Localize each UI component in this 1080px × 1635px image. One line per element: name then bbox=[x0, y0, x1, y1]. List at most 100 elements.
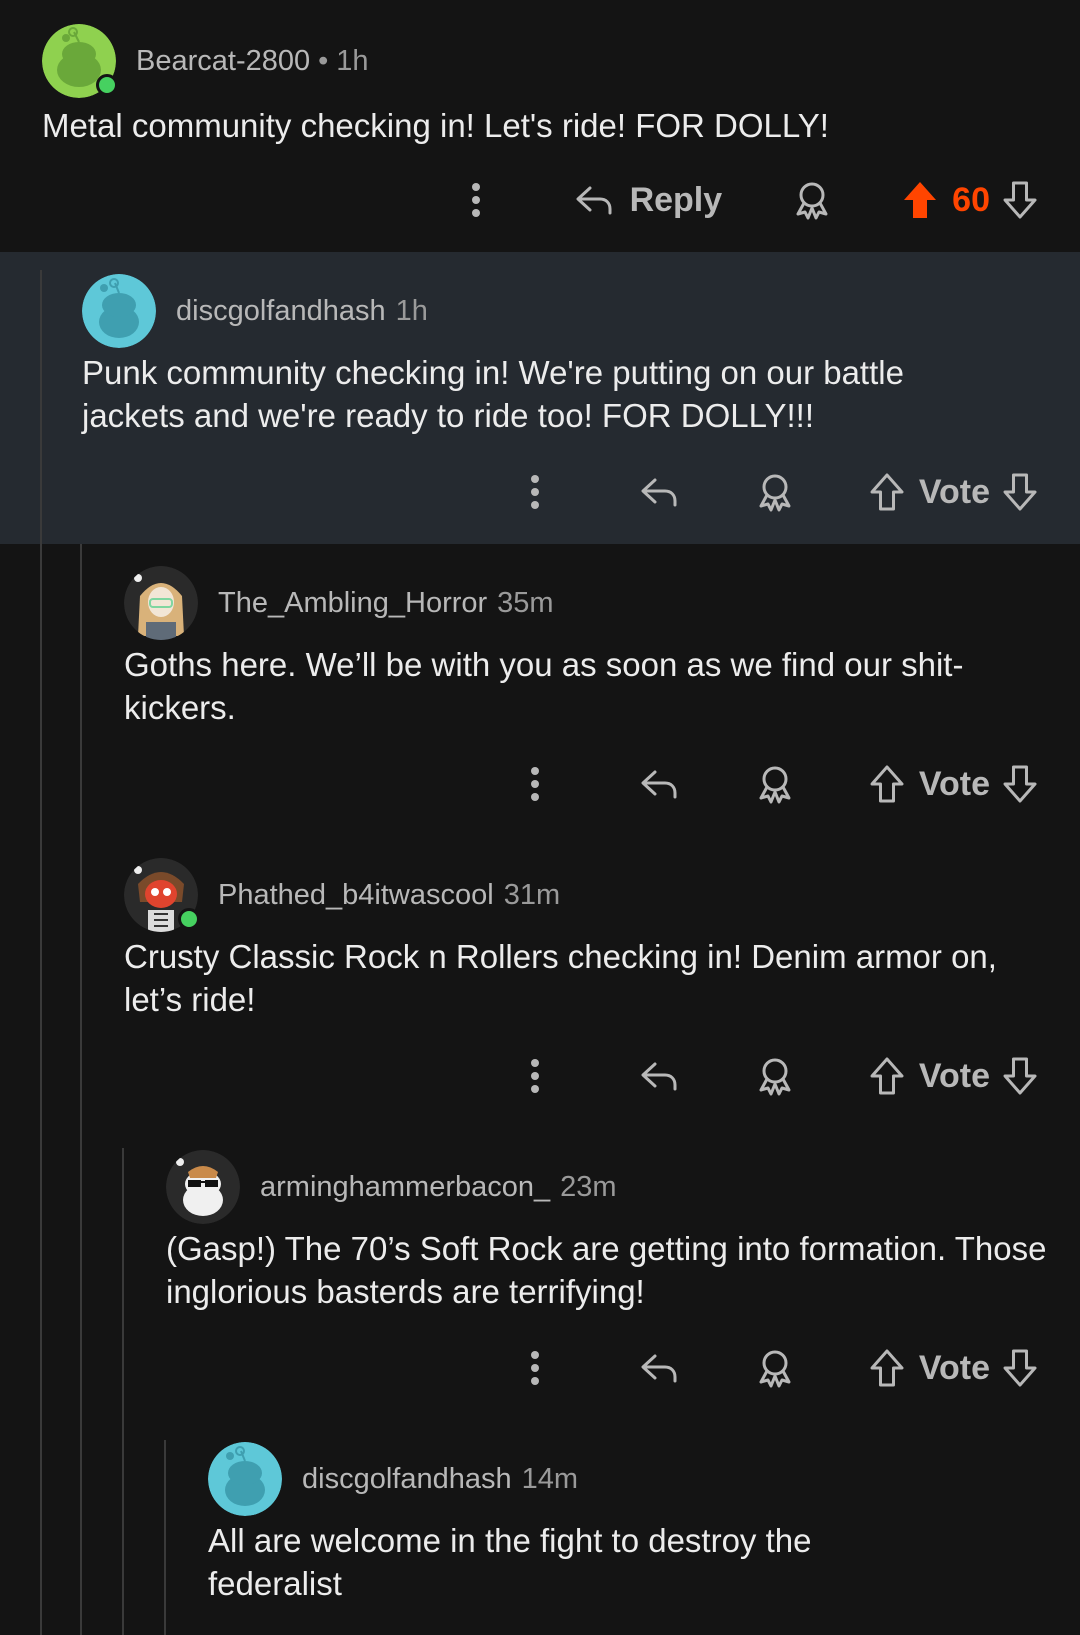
comment-header: discgolfandhash 1h bbox=[82, 274, 428, 348]
online-status-dot bbox=[96, 74, 118, 96]
username[interactable]: discgolfandhash bbox=[176, 295, 386, 328]
timestamp: 1h bbox=[336, 44, 369, 77]
upvote-arrow-icon[interactable] bbox=[869, 764, 905, 804]
comment-discgolfandhash-2: discgolfandhash 14m All are welcome in t… bbox=[0, 1420, 1080, 1635]
username[interactable]: Bearcat-2800 bbox=[136, 45, 310, 78]
upvote-arrow-icon[interactable] bbox=[869, 472, 905, 512]
vote-label: Vote bbox=[918, 764, 990, 803]
vote-controls: Vote bbox=[869, 472, 1038, 512]
vote-label: Vote bbox=[918, 1348, 990, 1387]
comment-header: Phathed_b4itwascool 31m bbox=[124, 858, 560, 932]
timestamp: 14m bbox=[521, 1462, 579, 1495]
upvote-arrow-icon[interactable] bbox=[869, 1348, 905, 1388]
comment-arminghammerbacon: arminghammerbacon_ 23m (Gasp!) The 70’s … bbox=[0, 1128, 1080, 1420]
timestamp: 31m bbox=[503, 878, 561, 911]
avatar[interactable] bbox=[42, 24, 118, 98]
comment-phathed: Phathed_b4itwascool 31m Crusty Classic R… bbox=[0, 836, 1080, 1128]
vote-label: Vote bbox=[918, 1056, 990, 1095]
downvote-arrow-icon[interactable] bbox=[1002, 180, 1038, 220]
reply-button[interactable]: Reply bbox=[574, 180, 723, 220]
more-options-icon bbox=[530, 475, 539, 509]
avatar[interactable] bbox=[208, 1442, 282, 1516]
more-options-button[interactable] bbox=[529, 474, 541, 510]
downvote-arrow-icon[interactable] bbox=[1002, 1348, 1038, 1388]
award-icon bbox=[759, 766, 791, 804]
comment-body: Metal community checking in! Let's ride!… bbox=[42, 107, 829, 144]
upvote-arrow-icon[interactable] bbox=[902, 180, 938, 220]
username[interactable]: The_Ambling_Horror bbox=[218, 587, 487, 620]
more-options-button[interactable] bbox=[529, 1058, 541, 1094]
comment-ambling-horror: The_Ambling_Horror 35m Goths here. We’ll… bbox=[0, 544, 1080, 836]
reply-arrow-icon bbox=[641, 1354, 677, 1383]
upvote-arrow-icon[interactable] bbox=[869, 1056, 905, 1096]
avatar[interactable] bbox=[166, 1150, 240, 1224]
comment-body: Goths here. We’ll be with you as soon as… bbox=[124, 646, 964, 726]
award-button[interactable] bbox=[755, 764, 795, 804]
comment-actions: Vote bbox=[529, 1046, 1038, 1106]
comment-actions: Vote bbox=[529, 1338, 1038, 1398]
avatar[interactable] bbox=[124, 858, 200, 932]
more-options-button[interactable] bbox=[529, 766, 541, 802]
thread-line[interactable] bbox=[40, 270, 42, 544]
vote-controls: Vote bbox=[869, 1056, 1038, 1096]
comment-header: discgolfandhash 14m bbox=[208, 1442, 578, 1516]
downvote-arrow-icon[interactable] bbox=[1002, 764, 1038, 804]
more-options-icon bbox=[530, 1059, 539, 1093]
downvote-arrow-icon[interactable] bbox=[1002, 1056, 1038, 1096]
snoo-avatar-blue bbox=[82, 274, 156, 348]
comment-actions: Reply 60 bbox=[470, 170, 1038, 230]
comment-header: The_Ambling_Horror 35m bbox=[124, 566, 554, 640]
comment-header: Bearcat-2800 • 1h bbox=[42, 24, 369, 98]
online-status-dot bbox=[178, 908, 200, 930]
reply-arrow-icon bbox=[576, 186, 612, 215]
vote-label: Vote bbox=[918, 472, 990, 511]
more-options-icon bbox=[471, 183, 480, 217]
comment-body: (Gasp!) The 70’s Soft Rock are getting i… bbox=[166, 1230, 1047, 1310]
separator-dot: • bbox=[318, 44, 329, 77]
downvote-arrow-icon[interactable] bbox=[1002, 472, 1038, 512]
username[interactable]: Phathed_b4itwascool bbox=[218, 879, 494, 912]
reply-button[interactable] bbox=[639, 1350, 679, 1386]
award-icon bbox=[759, 1058, 791, 1096]
reply-arrow-icon bbox=[641, 770, 677, 799]
more-options-icon bbox=[530, 767, 539, 801]
award-button[interactable] bbox=[755, 472, 795, 512]
award-icon bbox=[759, 1350, 791, 1388]
vote-controls: 60 bbox=[902, 180, 1038, 220]
avatar[interactable] bbox=[82, 274, 156, 348]
timestamp: 35m bbox=[497, 586, 554, 619]
reply-button[interactable] bbox=[639, 1058, 679, 1094]
reply-button[interactable] bbox=[639, 766, 679, 802]
award-icon bbox=[759, 474, 791, 512]
vote-controls: Vote bbox=[869, 764, 1038, 804]
reply-arrow-icon bbox=[641, 478, 677, 507]
vote-count: 60 bbox=[952, 180, 990, 219]
custom-avatar-sunglasses bbox=[166, 1150, 240, 1224]
username[interactable]: discgolfandhash bbox=[302, 1463, 512, 1496]
comment-header: arminghammerbacon_ 23m bbox=[166, 1150, 617, 1224]
custom-avatar-goth bbox=[124, 566, 198, 640]
timestamp: 1h bbox=[395, 294, 428, 327]
reply-label: Reply bbox=[629, 180, 723, 219]
vote-controls: Vote bbox=[869, 1348, 1038, 1388]
snoo-avatar-blue bbox=[208, 1442, 282, 1516]
comment-actions: Vote bbox=[529, 754, 1038, 814]
reply-arrow-icon bbox=[641, 1062, 677, 1091]
reply-button[interactable] bbox=[639, 474, 679, 510]
comment-discgolfandhash-1: discgolfandhash 1h Punk community checki… bbox=[0, 252, 1080, 544]
avatar[interactable] bbox=[124, 566, 198, 640]
username[interactable]: arminghammerbacon_ bbox=[260, 1171, 550, 1204]
comment-bearcat: Bearcat-2800 • 1h Metal community checki… bbox=[0, 0, 1080, 252]
more-options-button[interactable] bbox=[529, 1350, 541, 1386]
award-button[interactable] bbox=[755, 1348, 795, 1388]
more-options-button[interactable] bbox=[470, 182, 482, 218]
award-button[interactable] bbox=[792, 180, 832, 220]
comment-body: Crusty Classic Rock n Rollers checking i… bbox=[124, 938, 997, 1018]
comment-body: All are welcome in the fight to destroy … bbox=[208, 1522, 812, 1602]
more-options-icon bbox=[530, 1351, 539, 1385]
timestamp: 23m bbox=[560, 1170, 617, 1203]
comment-actions: Vote bbox=[529, 462, 1038, 522]
award-button[interactable] bbox=[755, 1056, 795, 1096]
comment-body: Punk community checking in! We're puttin… bbox=[82, 354, 904, 434]
award-icon bbox=[796, 182, 828, 220]
